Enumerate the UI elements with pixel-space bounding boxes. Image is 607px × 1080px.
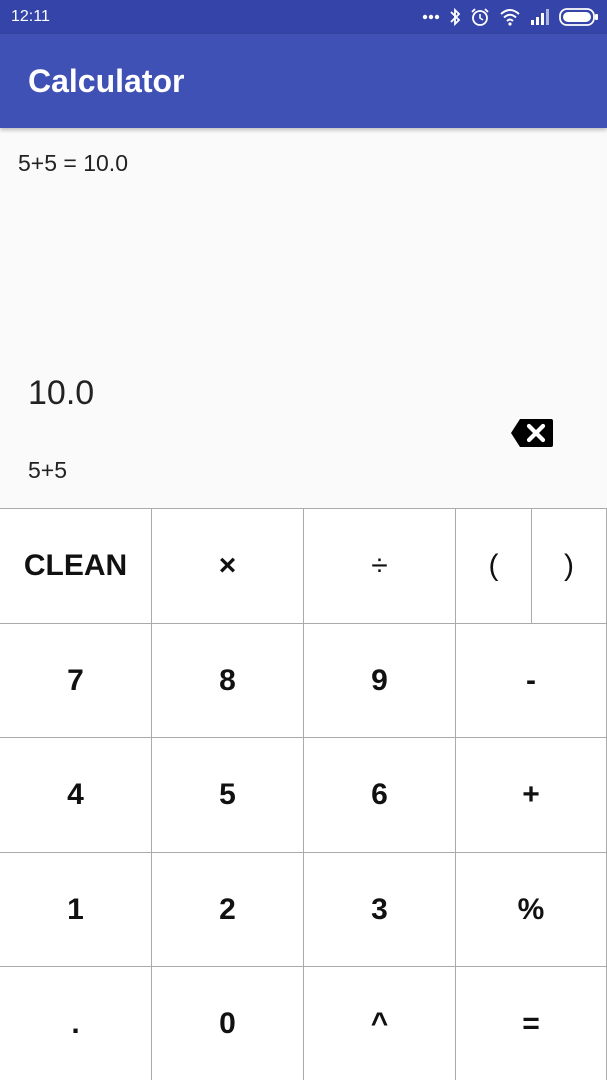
digit-4-button[interactable]: 4 xyxy=(0,737,152,852)
close-paren-button[interactable]: ) xyxy=(532,508,607,623)
minus-button[interactable]: - xyxy=(456,623,607,737)
status-icons xyxy=(422,5,599,29)
bluetooth-icon xyxy=(449,7,461,27)
backspace-button[interactable] xyxy=(510,418,554,448)
percent-button[interactable]: % xyxy=(456,852,607,966)
divide-button[interactable]: ÷ xyxy=(304,508,456,623)
digit-8-button[interactable]: 8 xyxy=(152,623,304,737)
digit-9-button[interactable]: 9 xyxy=(304,623,456,737)
app-bar: Calculator xyxy=(0,34,607,128)
digit-3-button[interactable]: 3 xyxy=(304,852,456,966)
status-time: 12:11 xyxy=(11,8,50,25)
history-entry: 5+5 = 10.0 xyxy=(18,150,128,176)
backspace-icon xyxy=(511,419,553,447)
digit-7-button[interactable]: 7 xyxy=(0,623,152,737)
multiply-button[interactable]: × xyxy=(152,508,304,623)
open-paren-button[interactable]: ( xyxy=(456,508,532,623)
decimal-point-button[interactable]: . xyxy=(0,966,152,1080)
keypad: CLEAN × ÷ ( ) 7 8 9 - 4 5 6 + 1 2 3 % . … xyxy=(0,508,607,1080)
clean-button[interactable]: CLEAN xyxy=(0,508,152,623)
app-title: Calculator xyxy=(28,63,185,99)
digit-1-button[interactable]: 1 xyxy=(0,852,152,966)
digit-0-button[interactable]: 0 xyxy=(152,966,304,1080)
equals-button[interactable]: = xyxy=(456,966,607,1080)
digit-2-button[interactable]: 2 xyxy=(152,852,304,966)
more-dots-icon xyxy=(422,14,440,20)
signal-icon xyxy=(530,9,550,25)
digit-6-button[interactable]: 6 xyxy=(304,737,456,852)
wifi-icon xyxy=(499,8,521,26)
power-button[interactable]: ^ xyxy=(304,966,456,1080)
alarm-icon xyxy=(470,7,490,27)
digit-5-button[interactable]: 5 xyxy=(152,737,304,852)
status-bar: 12:11 xyxy=(0,0,607,34)
battery-icon xyxy=(559,8,599,26)
result-display: 10.0 xyxy=(28,374,95,412)
plus-button[interactable]: + xyxy=(456,737,607,852)
expression-input[interactable]: 5+5 xyxy=(28,457,67,484)
